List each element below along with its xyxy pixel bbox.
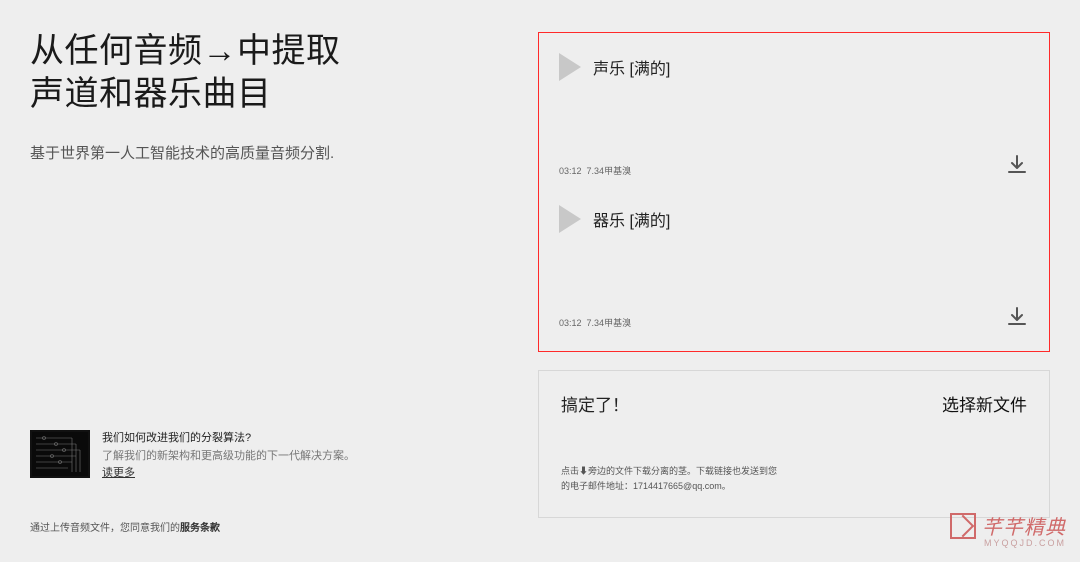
play-icon[interactable] [559,205,581,233]
watermark-text: 芊芊精典 [982,511,1066,540]
promo-title: 我们如何改进我们的分裂算法? [102,430,355,448]
watermark: 芊芊精典 MYQQJD.COM [950,511,1066,548]
track-duration: 03:12 [559,318,582,328]
promo-desc: 了解我们的新架构和更高级功能的下一代解决方案。 [102,448,355,466]
track-size: 7.34甲基溴 [587,166,632,176]
track-row: 器乐 [满的] 03:12 7.34甲基溴 [559,205,1029,329]
page-subhead: 基于世界第一人工智能技术的高质量音频分割. [30,141,410,167]
track-size: 7.34甲基溴 [587,318,632,328]
watermark-logo-icon [950,513,976,539]
tracks-frame: 声乐 [满的] 03:12 7.34甲基溴 器乐 [满的] 03:12 7.34… [538,32,1050,352]
promo-thumb [30,430,90,478]
done-panel: 搞定了！ 选择新文件 点击⬇旁边的文件下载分离的茎。下载链接也发送到您 的电子邮… [538,370,1050,518]
headline-line-2: 声道和器乐曲目 [30,75,272,113]
track-title: 器乐 [满的] [593,207,670,231]
headline-line-1: 从任何音频→中提取 [30,32,341,70]
tos-prefix: 通过上传音频文件，您同意我们的 [30,523,180,534]
tos-terms-link[interactable]: 服务条款 [180,523,220,534]
done-hint: 点击⬇旁边的文件下载分离的茎。下载链接也发送到您 的电子邮件地址：1714417… [561,464,1027,495]
done-label: 搞定了！ [561,391,629,416]
track-row: 声乐 [满的] 03:12 7.34甲基溴 [559,53,1029,177]
track-meta: 03:12 7.34甲基溴 [559,316,1005,329]
track-meta: 03:12 7.34甲基溴 [559,164,1005,177]
promo-readmore-link[interactable]: 读更多 [102,467,135,479]
download-icon[interactable] [1005,305,1029,329]
tos-line: 通过上传音频文件，您同意我们的服务条款 [30,519,220,534]
page-headline: 从任何音频→中提取 声道和器乐曲目 [30,30,440,115]
play-icon[interactable] [559,53,581,81]
promo-card: 我们如何改进我们的分裂算法? 了解我们的新架构和更高级功能的下一代解决方案。 读… [30,430,390,483]
track-duration: 03:12 [559,166,582,176]
watermark-subtext: MYQQJD.COM [950,538,1066,548]
track-title: 声乐 [满的] [593,55,670,79]
download-icon[interactable] [1005,153,1029,177]
done-hint-line-1: 点击⬇旁边的文件下载分离的茎。下载链接也发送到您 [561,466,777,476]
done-hint-line-2: 的电子邮件地址：1714417665@qq.com。 [561,481,731,491]
choose-new-file-button[interactable]: 选择新文件 [942,391,1027,416]
